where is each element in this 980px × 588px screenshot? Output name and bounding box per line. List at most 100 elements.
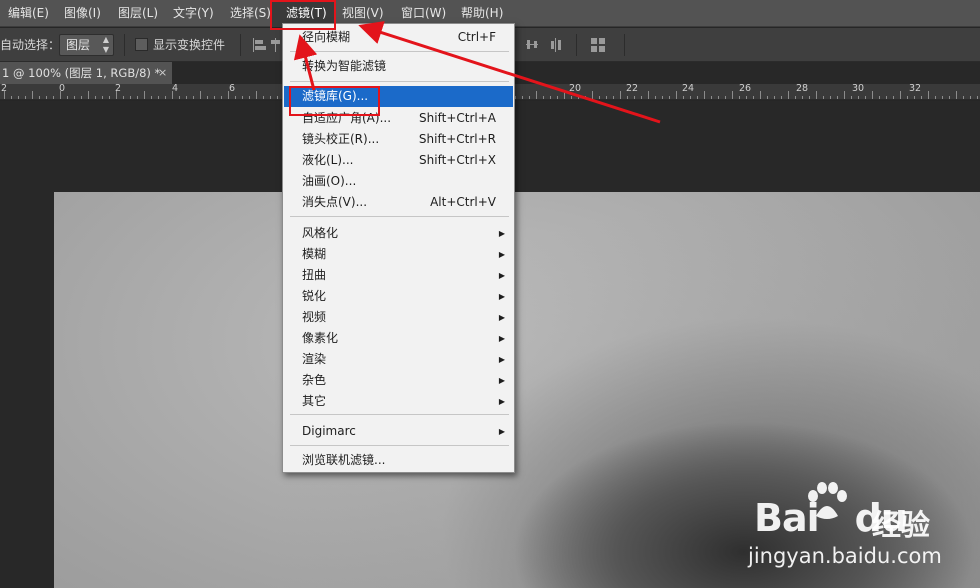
auto-select-target-dropdown[interactable]: 图层 ▲ ▼ [59,34,114,56]
ruler-tick [676,91,677,99]
ruler-tick [46,96,47,99]
filter-menu-item-lens-correction[interactable]: 镜头校正(R)... Shift+Ctrl+R [284,129,513,150]
menu-item-label: 转换为智能滤镜 [302,59,387,73]
menu-layer[interactable]: 图层(L) [118,0,158,27]
ruler-tick [207,96,208,99]
ruler-tick [277,96,278,99]
ruler-tick [914,96,915,99]
ruler-tick [116,91,117,99]
dropdown-arrows-icon: ▲ ▼ [102,35,109,54]
ruler-tick [11,96,12,99]
distribute-horizontal-centers-icon[interactable] [548,37,564,53]
ruler-tick [585,96,586,99]
filter-menu-item-browse-online-filters[interactable]: 浏览联机滤镜... [284,450,513,471]
menu-image[interactable]: 图像(I) [64,0,101,27]
filter-menu-item-noise[interactable]: 杂色 ▶ [284,370,513,391]
filter-menu-item-video[interactable]: 视频 ▶ [284,307,513,328]
menu-item-shortcut: Ctrl+F [457,30,496,44]
ruler-tick [935,96,936,99]
ruler-tick [620,91,621,99]
ruler-tick [102,96,103,99]
filter-menu-item-liquify[interactable]: 液化(L)... Shift+Ctrl+X [284,150,513,171]
menu-separator [290,216,509,217]
ruler-tick [67,96,68,99]
align-left-edges-icon[interactable] [252,37,268,53]
ruler-tick [599,96,600,99]
ruler-tick [669,96,670,99]
ruler-tick [74,96,75,99]
ruler-tick [270,96,271,99]
ruler-tick [928,91,929,99]
ruler-tick [235,96,236,99]
ruler-tick [865,96,866,99]
submenu-arrow-icon: ▶ [498,397,505,406]
options-separator [624,34,625,56]
distribute-vertical-centers-icon[interactable] [524,37,540,53]
menu-type[interactable]: 文字(Y) [173,0,214,27]
ruler-tick [760,91,761,99]
ruler-tick [823,96,824,99]
ruler-tick [186,96,187,99]
close-tab-icon[interactable]: × [158,62,170,84]
menu-item-label: 浏览联机滤镜... [302,453,386,467]
ruler-tick [830,96,831,99]
ruler-tick [837,96,838,99]
filter-menu-item-convert-smart-filters[interactable]: 转换为智能滤镜 [284,56,513,77]
filter-menu-item-pixelate[interactable]: 像素化 ▶ [284,328,513,349]
menu-select[interactable]: 选择(S) [230,0,271,27]
ruler-tick [802,96,803,99]
ruler-tick [32,91,33,99]
ruler-label: 26 [739,84,752,94]
ruler-tick [844,91,845,99]
filter-menu-item-digimarc[interactable]: Digimarc ▶ [284,421,513,442]
ruler-label: 30 [852,84,865,94]
ruler-tick [725,96,726,99]
ruler-tick [39,96,40,99]
watermark-jingyan: 经验 [872,508,931,542]
ruler-tick [242,96,243,99]
show-transform-controls-checkbox[interactable] [135,38,148,51]
ruler-tick [578,96,579,99]
menu-separator [290,81,509,82]
filter-menu-item-other[interactable]: 其它 ▶ [284,391,513,412]
menu-item-shortcut: Shift+Ctrl+R [418,132,496,146]
ruler-tick [263,96,264,99]
auto-align-layers-icon[interactable] [590,37,606,53]
annotation-box-filter-gallery [289,86,380,116]
ruler-tick [200,91,201,99]
filter-menu-item-blur[interactable]: 模糊 ▶ [284,244,513,265]
submenu-arrow-icon: ▶ [498,355,505,364]
submenu-arrow-icon: ▶ [498,229,505,238]
menu-item-label: 扭曲 [302,268,327,282]
filter-menu-item-oil-paint[interactable]: 油画(O)... [284,171,513,192]
menu-edit[interactable]: 编辑(E) [8,0,49,27]
ruler-tick [627,96,628,99]
filter-menu-item-stylize[interactable]: 风格化 ▶ [284,223,513,244]
filter-menu-item-distort[interactable]: 扭曲 ▶ [284,265,513,286]
ruler-tick [515,96,516,99]
menu-item-label: 模糊 [302,247,327,261]
submenu-arrow-icon: ▶ [498,427,505,436]
menu-separator [290,414,509,415]
auto-select-target-value: 图层 [66,38,91,52]
menu-item-shortcut: Shift+Ctrl+A [419,111,496,125]
document-tab-title: 1 @ 100% (图层 1, RGB/8) * [2,66,161,80]
ruler-tick [25,96,26,99]
ruler-tick [543,96,544,99]
document-tab[interactable]: 1 @ 100% (图层 1, RGB/8) * × [0,62,172,84]
options-separator [576,34,577,56]
filter-menu-item-render[interactable]: 渲染 ▶ [284,349,513,370]
submenu-arrow-icon: ▶ [498,376,505,385]
ruler-tick [788,91,789,99]
filter-menu-item-vanishing-point[interactable]: 消失点(V)... Alt+Ctrl+V [284,192,513,213]
ruler-tick [956,91,957,99]
ruler-tick [697,96,698,99]
ruler-tick [522,96,523,99]
ruler-tick [690,96,691,99]
ruler-label: 20 [569,84,582,94]
filter-menu-item-radial-blur[interactable]: 径向模糊 Ctrl+F [284,27,513,48]
ruler-tick [109,96,110,99]
ruler-tick [648,91,649,99]
filter-menu-item-sharpen[interactable]: 锐化 ▶ [284,286,513,307]
ruler-label: 28 [796,84,809,94]
